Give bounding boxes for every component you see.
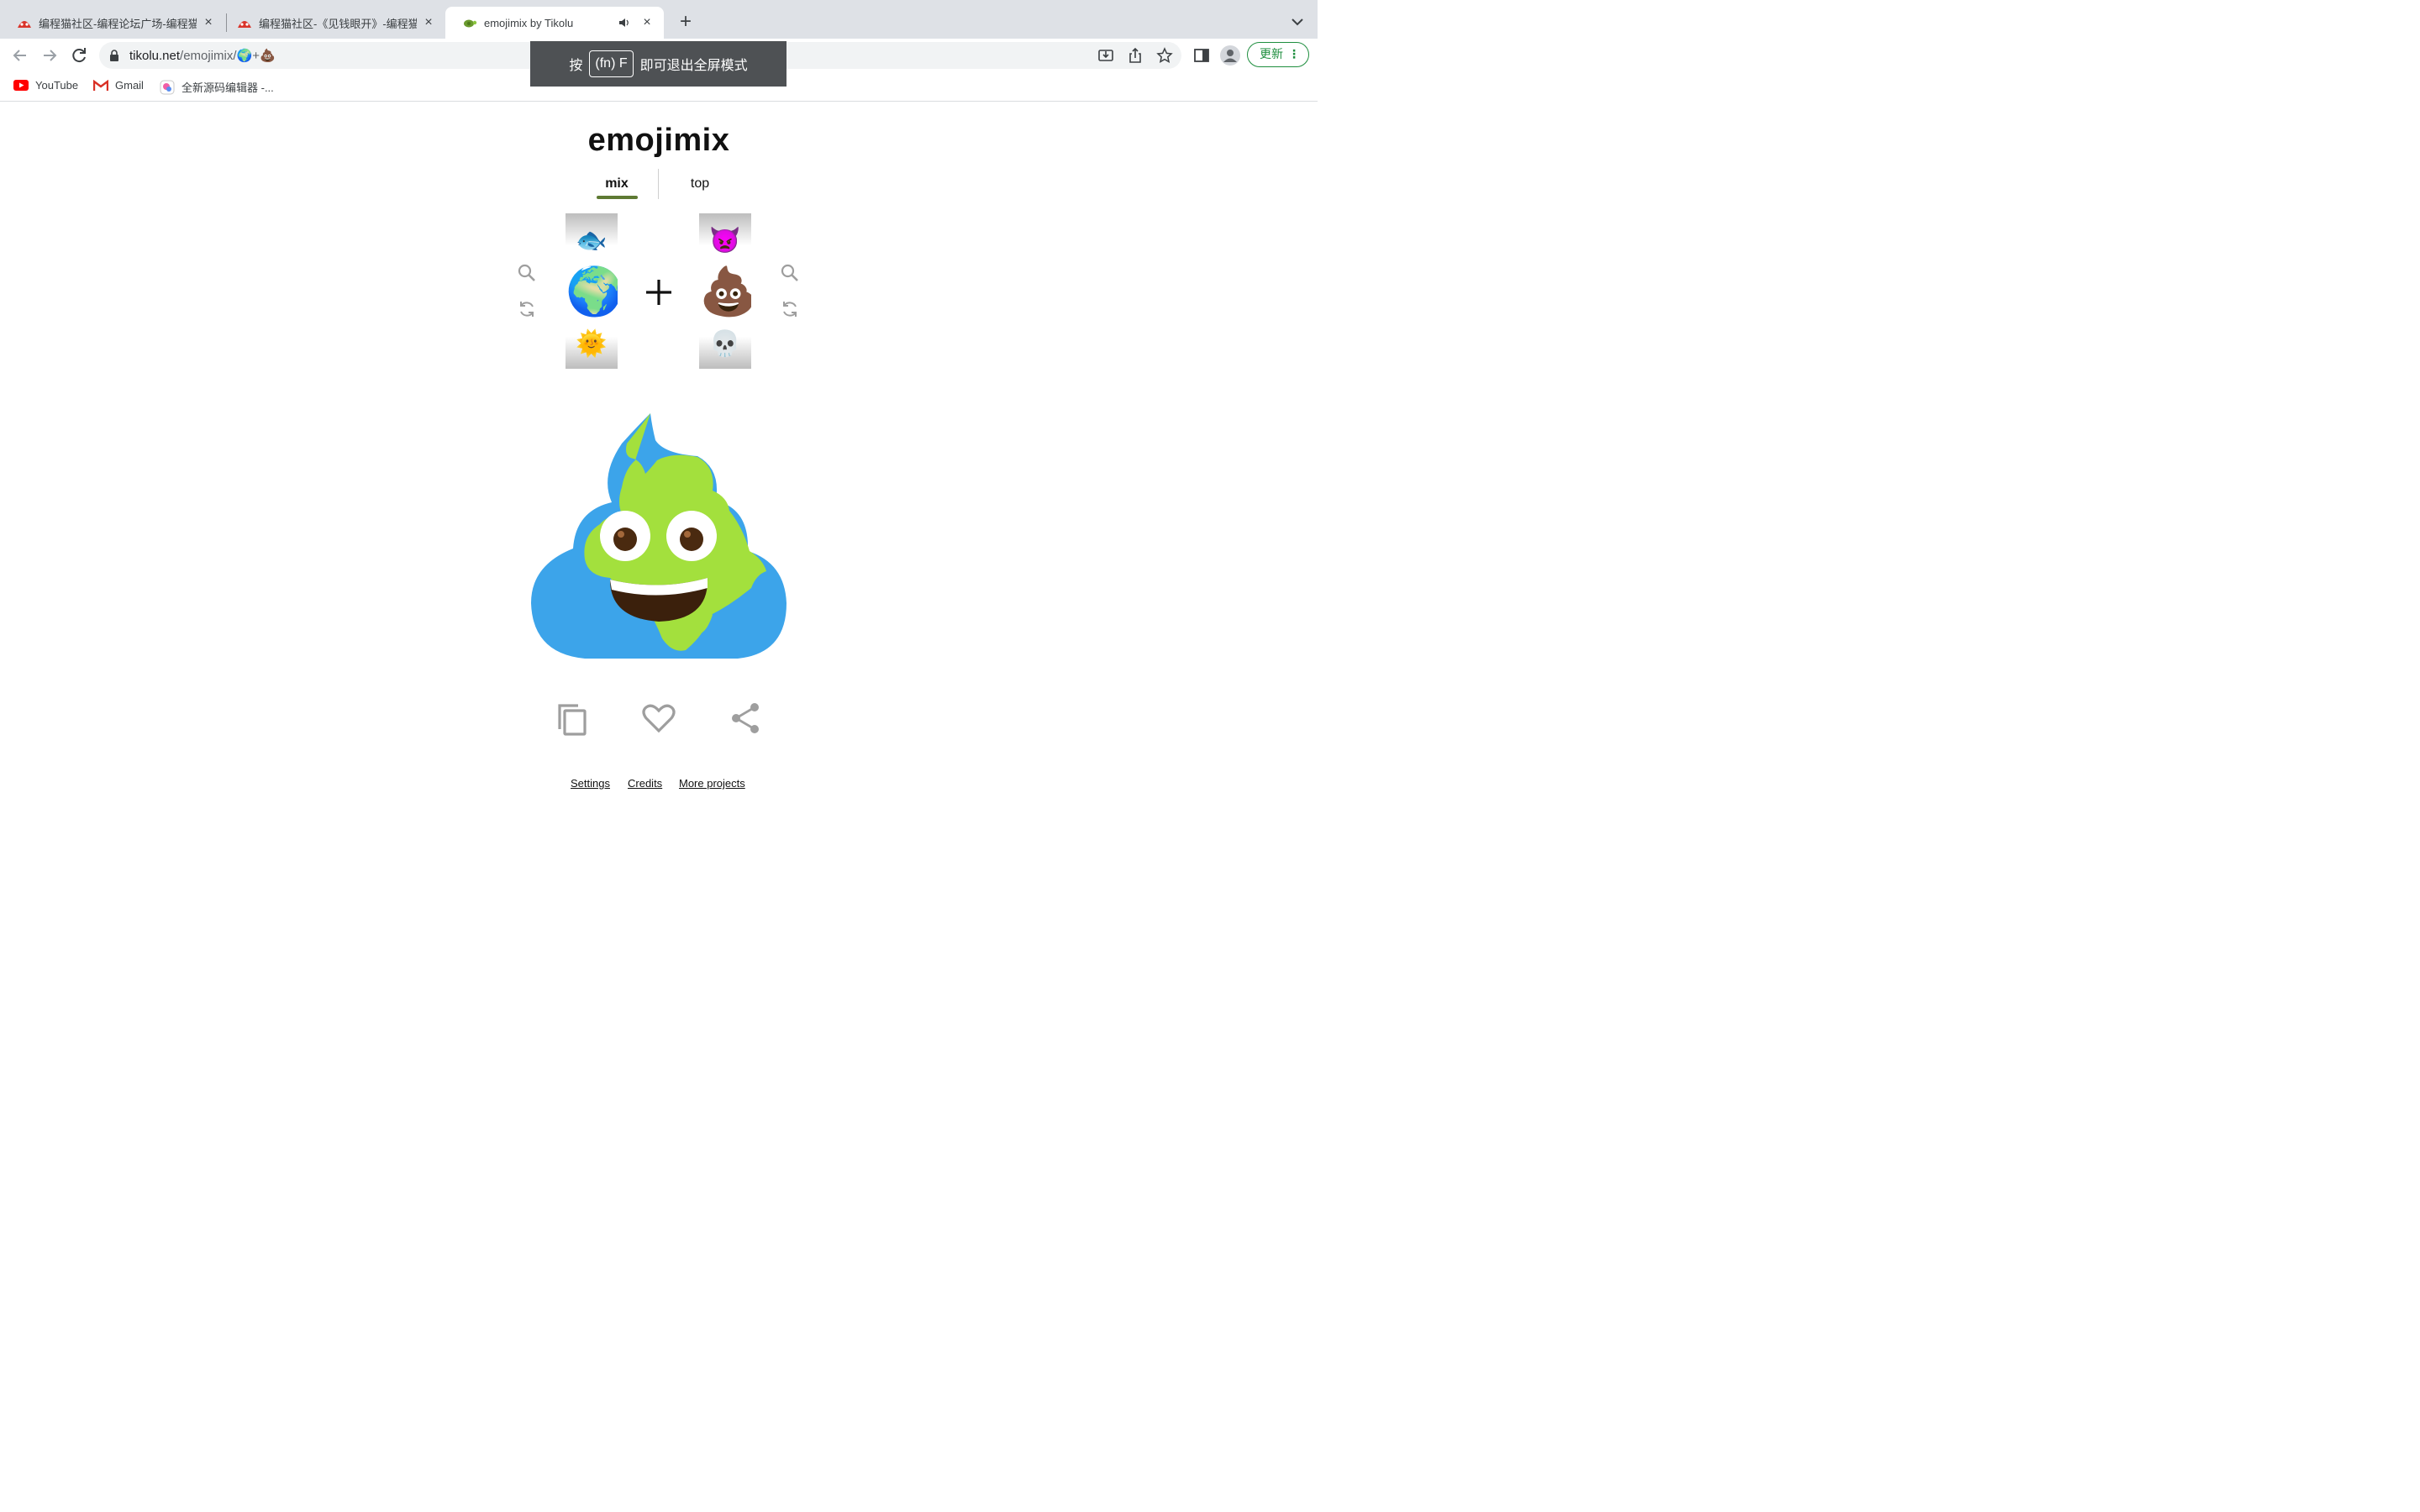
credits-link[interactable]: Credits [628, 777, 662, 790]
right-emoji-reel[interactable]: 👿 💩 💀 [699, 213, 751, 369]
tab-title: 编程猫社区-编程论坛广场-编程猫 [39, 17, 197, 30]
more-projects-link[interactable]: More projects [679, 777, 745, 790]
editor-icon [160, 80, 175, 94]
randomize-icon[interactable] [517, 299, 537, 319]
nav-tab-top[interactable]: top [681, 176, 719, 192]
toast-suffix: 即可退出全屏模式 [639, 59, 748, 73]
nav-tab-mix[interactable]: mix [597, 176, 637, 192]
side-panel-icon[interactable] [1193, 47, 1210, 64]
nav-divider [658, 169, 659, 199]
forward-arrow-icon[interactable] [39, 45, 60, 66]
lock-icon[interactable] [109, 50, 119, 61]
nav-active-indicator [597, 196, 638, 199]
copy-icon[interactable] [555, 701, 590, 736]
search-icon[interactable] [517, 263, 537, 283]
bookmark-editor[interactable]: 全新源码编辑器 -... [160, 79, 274, 95]
tab-close-icon[interactable]: × [422, 16, 435, 29]
bookmark-youtube[interactable]: YouTube [13, 79, 78, 92]
bookmark-label: Gmail [115, 79, 144, 92]
profile-avatar-icon[interactable] [1220, 45, 1240, 66]
fullscreen-exit-toast: 按 (fn) F 即可退出全屏模式 [530, 41, 786, 87]
turtle-icon [464, 19, 477, 28]
url-host: tikolu.net [129, 49, 181, 63]
url-path: /emojimix/🌍+💩 [180, 49, 276, 63]
tab-close-icon[interactable]: × [202, 16, 215, 29]
bookmark-star-icon[interactable] [1156, 47, 1173, 64]
reload-icon[interactable] [69, 45, 89, 66]
reel-emoji-above[interactable]: 🐟 [566, 225, 618, 257]
share-icon[interactable] [1127, 47, 1144, 64]
reel-emoji-below[interactable]: 💀 [699, 328, 751, 360]
result-pupil-right [680, 528, 703, 551]
tab-codemao-post[interactable]: 编程猫社区-《见钱眼开》-编程猫 × [220, 7, 445, 39]
tab-strip: 编程猫社区-编程论坛广场-编程猫 × 编程猫社区-《见钱眼开》-编程猫 × em… [0, 0, 1318, 39]
page-title: emojimix [587, 123, 730, 158]
update-label: 更新 [1260, 47, 1283, 60]
bookmark-label: YouTube [35, 79, 79, 92]
plus-icon [646, 280, 671, 305]
bookmark-gmail[interactable]: Gmail [93, 79, 144, 92]
heart-icon[interactable] [641, 701, 676, 736]
mixed-emoji-result[interactable] [529, 410, 788, 662]
settings-link[interactable]: Settings [571, 777, 610, 790]
new-tab-button[interactable]: + [674, 10, 697, 34]
tab-codemao-forum[interactable]: 编程猫社区-编程论坛广场-编程猫 × [0, 7, 225, 39]
randomize-icon[interactable] [780, 299, 800, 319]
result-pupil-left [613, 528, 637, 551]
left-emoji-reel[interactable]: 🐟 🌍 🌞 [566, 213, 618, 369]
search-icon[interactable] [780, 263, 800, 283]
gmail-icon [93, 79, 108, 91]
selected-emoji-left[interactable]: 🌍 [566, 265, 618, 318]
tab-emojimix[interactable]: emojimix by Tikolu × [445, 7, 664, 39]
tab-title: emojimix by Tikolu [484, 16, 574, 29]
bookmark-label: 全新源码编辑器 -... [182, 81, 274, 94]
reel-emoji-below[interactable]: 🌞 [566, 328, 618, 360]
selected-emoji-right[interactable]: 💩 [699, 265, 751, 318]
back-arrow-icon[interactable] [10, 45, 30, 66]
share-icon[interactable] [728, 701, 763, 736]
codemao-icon [18, 21, 31, 28]
menu-dots-icon[interactable]: ⋮ [1288, 43, 1300, 66]
install-app-icon[interactable] [1097, 47, 1114, 64]
tab-close-icon[interactable]: × [640, 16, 654, 29]
toast-prefix: 按 [569, 59, 583, 73]
youtube-icon [13, 80, 29, 91]
reel-emoji-above[interactable]: 👿 [699, 225, 751, 257]
update-button[interactable]: 更新 ⋮ [1247, 42, 1309, 67]
toast-key: (fn) F [589, 50, 634, 77]
tab-search-chevron-icon[interactable] [1289, 12, 1306, 32]
tab-title: 编程猫社区-《见钱眼开》-编程猫 [259, 17, 417, 30]
speaker-icon[interactable] [618, 17, 630, 29]
url-text[interactable]: tikolu.net/emojimix/🌍+💩 [129, 48, 276, 63]
codemao-icon [238, 21, 251, 28]
